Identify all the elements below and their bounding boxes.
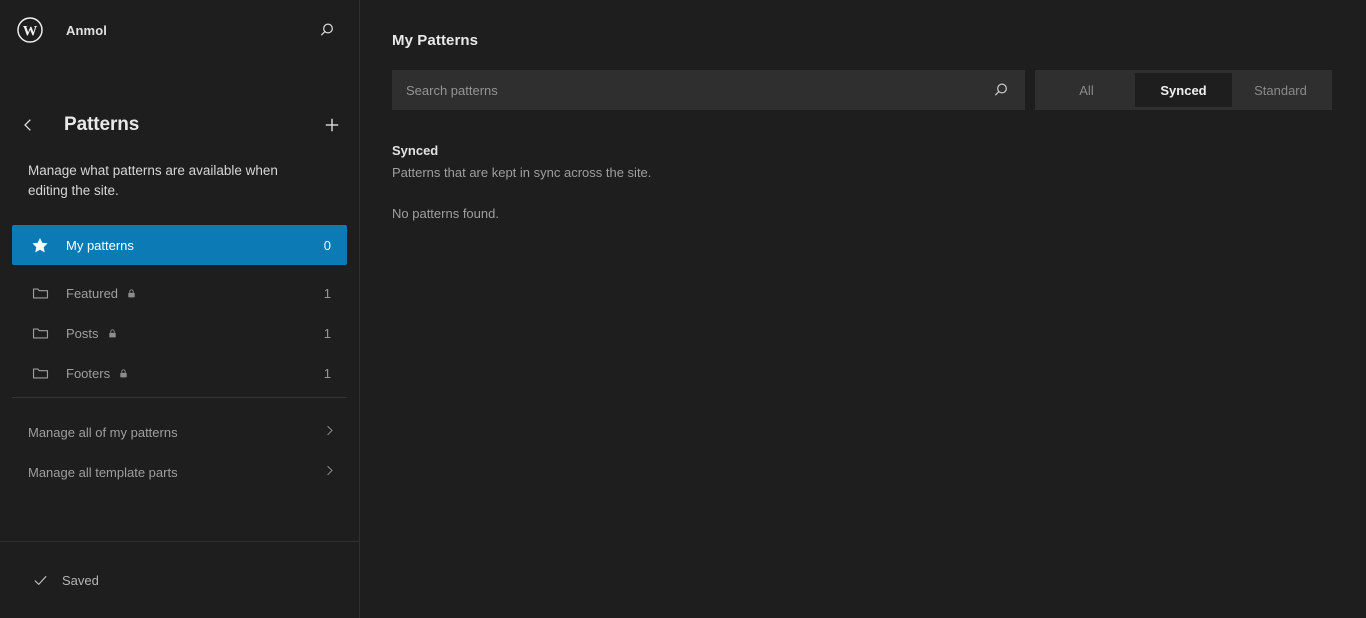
sidebar-item-featured[interactable]: Featured 1 xyxy=(12,273,347,313)
plus-icon xyxy=(325,118,339,132)
sidebar-item-count: 0 xyxy=(323,237,331,253)
sync-filter-synced[interactable]: Synced xyxy=(1135,73,1232,107)
manage-link-label: Manage all template parts xyxy=(28,464,178,480)
pattern-categories-scroll[interactable]: Featured 1 Posts 1 Footers 1 xyxy=(0,273,359,397)
section-description: Patterns that are kept in sync across th… xyxy=(392,165,652,180)
site-editor-app: W Anmol Patterns Manage what patterns ar… xyxy=(0,0,1366,618)
manage-all-template-parts-link[interactable]: Manage all template parts xyxy=(12,452,347,492)
patterns-description: Manage what patterns are available when … xyxy=(28,163,278,198)
sidebar-item-count: 1 xyxy=(323,365,331,381)
star-icon xyxy=(28,233,52,257)
patterns-nav-header: Patterns xyxy=(0,105,359,145)
sidebar-item-partial[interactable] xyxy=(12,393,347,397)
svg-text:W: W xyxy=(23,23,38,39)
sidebar-item-label: Footers xyxy=(66,366,324,381)
add-pattern-button[interactable] xyxy=(317,110,347,140)
search-icon xyxy=(321,23,333,36)
lock-icon xyxy=(107,328,118,339)
my-patterns-list: My patterns 0 xyxy=(0,225,359,265)
folder-icon xyxy=(28,281,52,305)
sidebar-item-posts[interactable]: Posts 1 xyxy=(12,313,347,353)
sidebar-item-text: Featured xyxy=(66,285,119,301)
page-title: Patterns xyxy=(64,114,140,135)
lock-icon xyxy=(126,288,137,299)
manage-link-label: Manage all of my patterns xyxy=(28,424,178,440)
sidebar-item-my-patterns[interactable]: My patterns 0 xyxy=(12,225,347,265)
sidebar-footer: Saved xyxy=(0,541,359,618)
empty-state-message: No patterns found. xyxy=(392,206,499,221)
main-page-title: My Patterns xyxy=(392,32,479,49)
sidebar-item-label: My patterns xyxy=(66,237,134,253)
chevron-left-icon xyxy=(24,119,31,131)
site-title: Anmol xyxy=(66,22,107,38)
sidebar-item-count: 1 xyxy=(323,285,331,301)
sidebar-item-count: 1 xyxy=(323,325,331,341)
sync-filter-all[interactable]: All xyxy=(1038,73,1135,107)
manage-all-my-patterns-link[interactable]: Manage all of my patterns xyxy=(12,412,347,452)
site-hub: W Anmol xyxy=(0,0,359,60)
lock-icon xyxy=(118,368,129,379)
save-status[interactable]: Saved xyxy=(30,570,99,590)
patterns-toolbar: All Synced Standard xyxy=(392,70,1334,110)
section-heading: Synced xyxy=(392,143,439,158)
wordpress-logo-icon[interactable]: W xyxy=(14,14,46,46)
editor-sidebar: W Anmol Patterns Manage what patterns ar… xyxy=(0,0,360,618)
sync-filter-toggle-group: All Synced Standard xyxy=(1035,70,1332,110)
search-patterns-field[interactable] xyxy=(392,70,1025,110)
check-icon xyxy=(30,570,50,590)
search-icon xyxy=(995,83,1007,96)
sidebar-item-label: Featured xyxy=(66,286,324,301)
sidebar-item-footers[interactable]: Footers 1 xyxy=(12,353,347,393)
site-hub-search-button[interactable] xyxy=(311,14,343,46)
back-button[interactable] xyxy=(14,111,42,139)
search-input[interactable] xyxy=(406,82,989,98)
sidebar-item-text: Footers xyxy=(66,365,111,381)
sync-filter-standard[interactable]: Standard xyxy=(1232,73,1329,107)
patterns-main-content: My Patterns All Synced Standard Synced P… xyxy=(360,0,1366,618)
sidebar-item-text: Posts xyxy=(66,325,99,341)
search-submit-button[interactable] xyxy=(989,78,1013,102)
chevron-right-icon xyxy=(322,423,337,441)
sidebar-item-label: Posts xyxy=(66,326,324,341)
folder-icon xyxy=(28,321,52,345)
save-status-label: Saved xyxy=(62,572,99,588)
chevron-right-icon xyxy=(322,463,337,481)
folder-icon xyxy=(28,361,52,385)
manage-links: Manage all of my patterns Manage all tem… xyxy=(0,398,359,492)
